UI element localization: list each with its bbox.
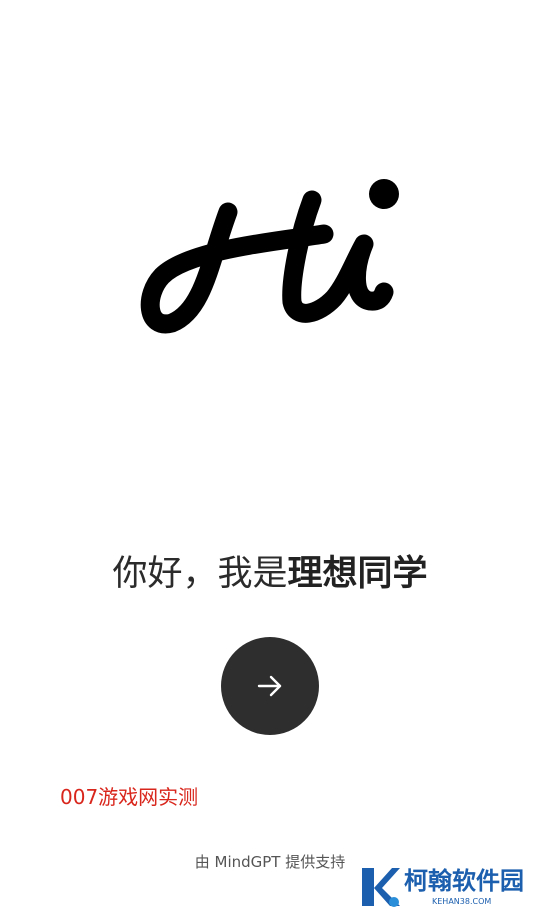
greeting-assistant-name: 理想同学 (287, 554, 428, 594)
brand-url: KEHAN38.COM (432, 897, 492, 906)
brand-name: 柯翰软件园 (404, 867, 524, 895)
watermark-label: 007游戏网实测 (60, 785, 199, 809)
next-button[interactable] (221, 637, 319, 735)
brand-watermark: 柯翰软件园 KEHAN38.COM (358, 862, 530, 912)
brand-k-logo-icon (362, 868, 400, 907)
hi-logo (140, 170, 410, 340)
arrow-right-icon (257, 675, 282, 697)
greeting-title: 你好，我是理想同学 (0, 548, 540, 600)
greeting-regular: 你好，我是 (112, 554, 288, 594)
